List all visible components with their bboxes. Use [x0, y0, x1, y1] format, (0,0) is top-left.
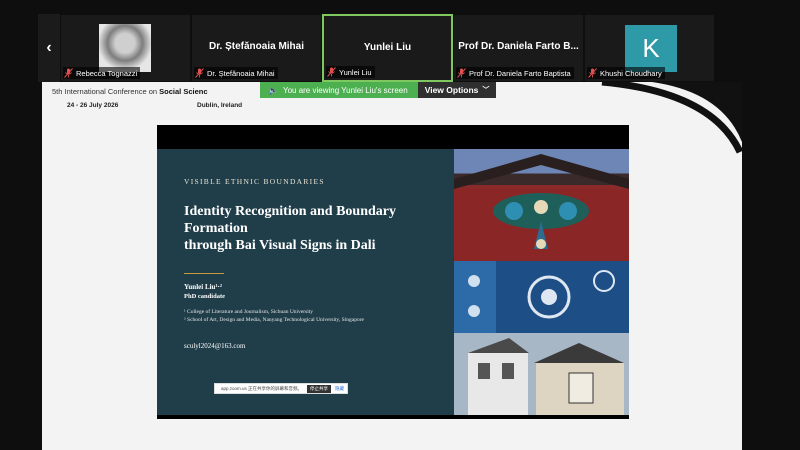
- view-options-button[interactable]: View Options ﹀: [417, 82, 497, 98]
- participant-name: Yunlei Liu: [339, 67, 372, 77]
- participant-tile-active[interactable]: Yunlei Liu Yunlei Liu: [322, 14, 453, 82]
- slide-email: sculyl2024@163.com: [184, 342, 246, 350]
- slide-text-panel: VISIBLE ETHNIC BOUNDARIES Identity Recog…: [157, 149, 454, 415]
- avatar: K: [625, 25, 677, 72]
- slide-title-line: Identity Recognition and Boundary: [184, 204, 396, 219]
- mic-muted-icon: [457, 68, 466, 78]
- participant-photo: [99, 24, 151, 72]
- conference-header: 5th International Conference on Social S…: [52, 87, 208, 96]
- participant-strip: ‹ Rebecca Tognazzi Dr. Ștefănoaia Mihai …: [38, 14, 720, 82]
- participant-name-label: Dr. Ștefănoaia Mihai: [194, 67, 278, 79]
- participant-name-label: Rebecca Tognazzi: [63, 67, 141, 79]
- viewing-status: 🔈 You are viewing Yunlei Liu's screen: [260, 82, 418, 98]
- viewing-banner: 🔈 You are viewing Yunlei Liu's screen Vi…: [260, 82, 497, 98]
- slide-author-role: PhD candidate: [184, 293, 225, 300]
- screen-share-notification: app.zoom.us 正在共享你的屏幕和音频。 停止共享 隐藏: [214, 383, 348, 394]
- participant-tile[interactable]: Rebecca Tognazzi: [60, 14, 191, 82]
- conference-location: Dublin, Ireland: [197, 102, 243, 109]
- slide-kicker: VISIBLE ETHNIC BOUNDARIES: [184, 177, 325, 186]
- participant-name: Rebecca Tognazzi: [76, 68, 138, 78]
- slide-title-line: through Bai Visual Signs in Dali: [184, 238, 376, 253]
- photo-architecture-eaves: [454, 149, 629, 261]
- participant-name: Khushi Choudhary: [600, 68, 662, 78]
- slide-affiliation: ² School of Art, Design and Media, Nanya…: [184, 317, 364, 323]
- slide-title: Identity Recognition and Boundary Format…: [184, 203, 439, 254]
- conference-header-prefix: 5th International Conference on: [52, 87, 160, 96]
- textile-illustration: [454, 261, 629, 333]
- speaker-icon: 🔈: [268, 85, 278, 95]
- stop-sharing-button[interactable]: 停止共享: [307, 384, 332, 393]
- participant-tile[interactable]: Dr. Ștefănoaia Mihai Dr. Ștefănoaia Miha…: [191, 14, 322, 82]
- participant-name: Prof Dr. Daniela Farto Baptista: [469, 68, 571, 78]
- participant-big-name: Yunlei Liu: [363, 42, 412, 53]
- participant-big-name: Dr. Ștefănoaia Mihai: [208, 41, 305, 52]
- divider: [184, 273, 224, 274]
- participant-tile[interactable]: Prof Dr. Daniela Farto B... Prof Dr. Dan…: [453, 14, 584, 82]
- participant-name-label: Khushi Choudhary: [587, 67, 665, 79]
- shared-screen: 5th International Conference on Social S…: [42, 82, 742, 450]
- presentation-slide: VISIBLE ETHNIC BOUNDARIES Identity Recog…: [157, 149, 629, 415]
- mic-muted-icon: [327, 67, 336, 77]
- slide-title-line: Formation: [184, 221, 248, 236]
- photo-buildings: [454, 333, 629, 415]
- viewing-status-text: You are viewing Yunlei Liu's screen: [282, 85, 408, 95]
- conference-header-bold: Social Scienc: [159, 87, 208, 96]
- eaves-illustration: [454, 154, 629, 261]
- mic-muted-icon: [64, 68, 73, 78]
- slide-affiliation: ¹ College of Literature and Journalism, …: [184, 309, 314, 315]
- view-options-label: View Options: [424, 85, 479, 95]
- participant-big-name: Prof Dr. Daniela Farto B...: [458, 41, 579, 52]
- hide-notification-button[interactable]: 隐藏: [335, 386, 344, 392]
- slide-author: Yunlei Liu¹·²: [184, 283, 222, 291]
- participant-name-label: Yunlei Liu: [326, 66, 375, 78]
- chevron-left-icon: ‹: [46, 39, 52, 56]
- mic-muted-icon: [195, 68, 204, 78]
- participant-tile[interactable]: K Khushi Choudhary: [584, 14, 715, 82]
- participant-name: Dr. Ștefănoaia Mihai: [207, 68, 275, 78]
- chevron-down-icon: ﹀: [482, 87, 490, 94]
- slide-frame: VISIBLE ETHNIC BOUNDARIES Identity Recog…: [157, 125, 629, 419]
- zoom-meeting-window: ‹ Rebecca Tognazzi Dr. Ștefănoaia Mihai …: [0, 0, 800, 450]
- photo-indigo-textile: [454, 261, 629, 333]
- conference-dates: 24 - 26 July 2026: [67, 102, 119, 109]
- mic-muted-icon: [588, 68, 597, 78]
- previous-page-button[interactable]: ‹: [38, 14, 60, 82]
- slide-photo-collage: [454, 149, 629, 415]
- participant-name-label: Prof Dr. Daniela Farto Baptista: [456, 67, 574, 79]
- buildings-illustration: [454, 333, 629, 415]
- share-notification-text: app.zoom.us 正在共享你的屏幕和音频。: [221, 385, 303, 391]
